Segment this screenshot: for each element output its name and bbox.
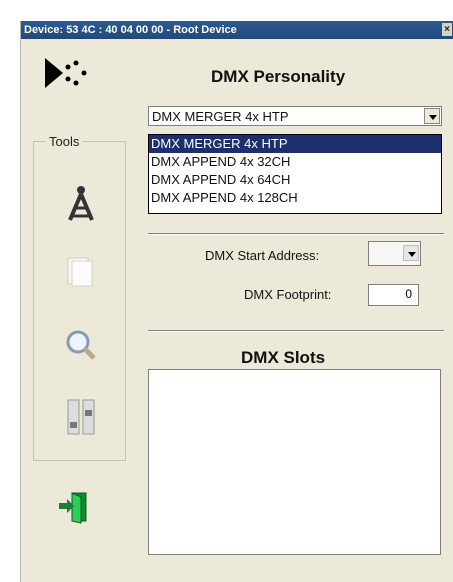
personality-option[interactable]: DMX APPEND 4x 128CH bbox=[149, 189, 441, 207]
separator bbox=[148, 233, 444, 235]
start-address-label: DMX Start Address: bbox=[205, 248, 320, 263]
personality-heading: DMX Personality bbox=[211, 67, 346, 86]
personality-selected-value: DMX MERGER 4x HTP bbox=[152, 109, 289, 124]
personality-option[interactable]: DMX MERGER 4x HTP bbox=[149, 135, 441, 153]
footprint-field[interactable]: 0 bbox=[368, 284, 419, 306]
separator bbox=[148, 330, 444, 332]
tools-group: Tools bbox=[33, 134, 126, 461]
personality-select[interactable]: DMX MERGER 4x HTP bbox=[148, 106, 442, 126]
exit-door-icon[interactable] bbox=[57, 490, 91, 524]
personality-option[interactable]: DMX APPEND 4x 64CH bbox=[149, 171, 441, 189]
magnifier-icon[interactable] bbox=[64, 325, 98, 365]
title-bar: Device: 53 4C : 40 04 00 00 - Root Devic… bbox=[21, 21, 453, 39]
close-button[interactable]: × bbox=[442, 23, 452, 36]
start-address-select[interactable] bbox=[368, 241, 421, 266]
slots-list[interactable] bbox=[148, 369, 441, 555]
antenna-tower-icon[interactable] bbox=[64, 184, 98, 224]
chevron-down-icon[interactable] bbox=[424, 108, 440, 124]
window-title: Device: 53 4C : 40 04 00 00 - Root Devic… bbox=[24, 24, 237, 36]
personality-dropdown: DMX MERGER 4x HTP DMX APPEND 4x 32CH DMX… bbox=[148, 134, 442, 214]
personality-option[interactable]: DMX APPEND 4x 32CH bbox=[149, 153, 441, 171]
device-window: Device: 53 4C : 40 04 00 00 - Root Devic… bbox=[20, 21, 453, 582]
chevron-down-icon[interactable] bbox=[403, 245, 419, 261]
dmx-logo-icon bbox=[45, 58, 87, 88]
faders-icon[interactable] bbox=[64, 397, 98, 437]
tools-label: Tools bbox=[46, 134, 83, 149]
slots-heading: DMX Slots bbox=[241, 348, 326, 367]
pages-icon[interactable] bbox=[64, 252, 98, 292]
footprint-label: DMX Footprint: bbox=[244, 287, 332, 302]
